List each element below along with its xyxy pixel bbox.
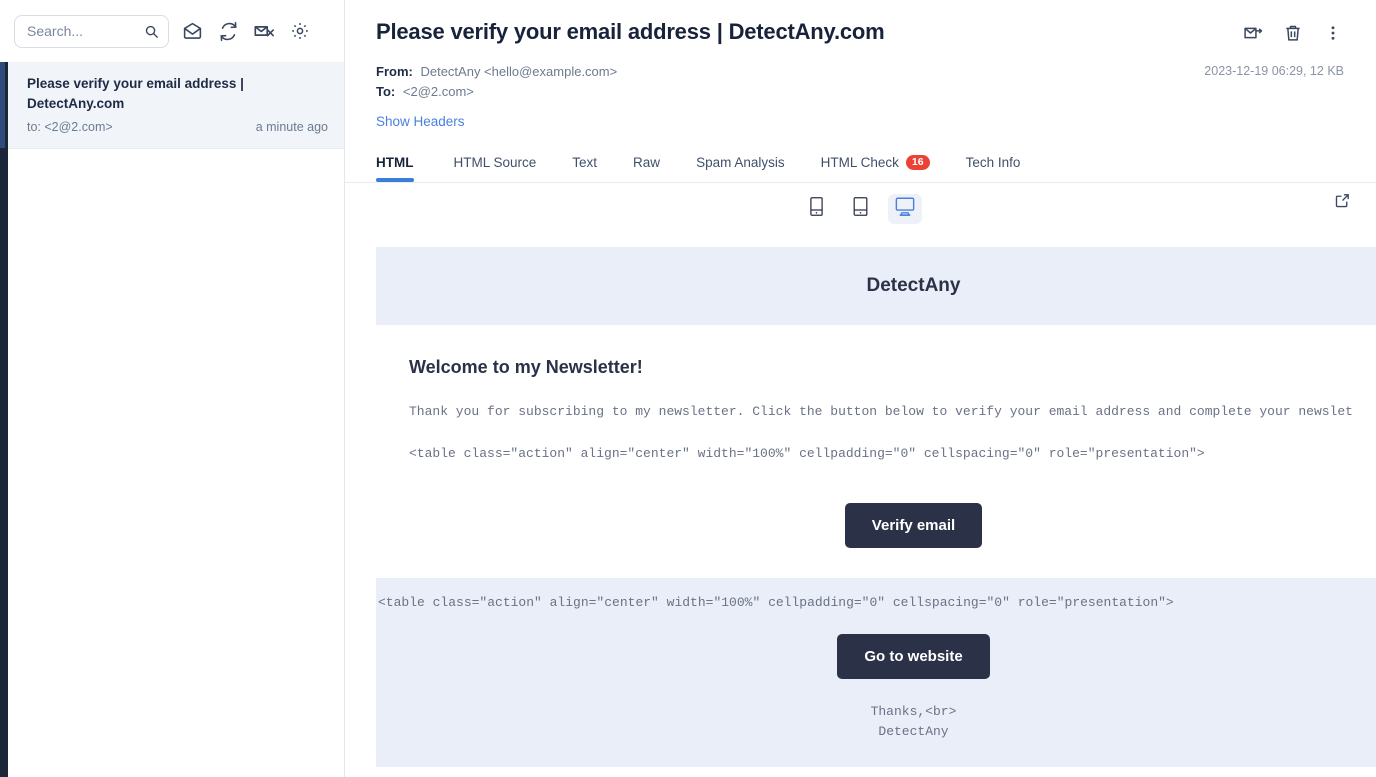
mail-list-item-recipient: to: <2@2.com> (27, 120, 113, 135)
mail-list-item[interactable]: Please verify your email address | Detec… (8, 62, 344, 150)
open-in-new-window-button[interactable] (1330, 191, 1354, 215)
selected-message-accent-bar (0, 62, 5, 148)
mail-list-item-subject: Please verify your email address | Detec… (27, 76, 244, 111)
mobile-view-button[interactable] (800, 194, 834, 224)
email-brand: DetectAny (866, 275, 961, 296)
email-signoff-line-2: DetectAny (878, 723, 949, 739)
to-line: To: <2@2.com> (376, 82, 617, 102)
more-options-icon[interactable] (1322, 22, 1344, 44)
tab-html-source[interactable]: HTML Source (436, 145, 555, 182)
from-value: DetectAny <hello@example.com> (420, 63, 618, 79)
tab-html[interactable]: HTML (376, 145, 436, 183)
mail-actions (1242, 16, 1344, 44)
mobile-view-icon (808, 196, 825, 222)
to-label: To: (376, 83, 396, 99)
show-headers-link[interactable]: Show Headers (376, 114, 465, 129)
address-block: From: DetectAny <hello@example.com> To: … (376, 62, 617, 102)
viewport-toolbar (345, 183, 1376, 235)
left-rail-top-spacer (0, 0, 8, 62)
tab-text[interactable]: Text (554, 145, 615, 182)
tab-spam-analysis-label: Spam Analysis (696, 155, 785, 171)
tab-raw[interactable]: Raw (615, 145, 678, 182)
email-heading: Welcome to my Newsletter! (409, 357, 643, 377)
tab-html-check-label: HTML Check (820, 155, 899, 171)
trash-icon[interactable] (1282, 22, 1304, 44)
email-banner: DetectAny (376, 247, 1376, 325)
email-lower-section: <table class="action" align="center" wid… (376, 578, 1376, 767)
sidebar: Please verify your email address | Detec… (8, 0, 345, 777)
to-value: <2@2.com> (402, 83, 474, 99)
mail-header: Please verify your email address | Detec… (345, 0, 1376, 131)
inbox-envelope-icon[interactable] (179, 18, 205, 44)
email-signoff: Thanks,<br> DetectAny (376, 679, 1376, 767)
tab-text-label: Text (572, 155, 598, 171)
email-body: Welcome to my Newsletter! Thank you for … (376, 325, 1376, 578)
from-label: From: (376, 63, 413, 79)
tab-spam-analysis[interactable]: Spam Analysis (678, 145, 803, 182)
page-title: Please verify your email address | Detec… (376, 19, 885, 44)
email-preview: DetectAny Welcome to my Newsletter! Than… (376, 247, 1376, 777)
search-input[interactable] (25, 22, 145, 40)
email-footer: © 2023 DetectAny. All rights reserved. (376, 767, 1376, 777)
verify-email-button[interactable]: Verify email (844, 503, 983, 548)
tab-html-check[interactable]: HTML Check 16 (803, 145, 948, 183)
search-box[interactable] (14, 14, 169, 48)
tab-raw-label: Raw (633, 155, 661, 171)
tab-html-label: HTML (376, 155, 414, 171)
tab-html-source-label: HTML Source (453, 155, 537, 171)
tablet-view-button[interactable] (844, 194, 878, 224)
tab-tech-info-label: Tech Info (965, 155, 1021, 171)
address-row: From: DetectAny <hello@example.com> To: … (376, 62, 1344, 102)
main-pane: Please verify your email address | Detec… (345, 0, 1376, 777)
app-root: Please verify your email address | Detec… (0, 0, 1376, 777)
forward-mail-icon[interactable] (1242, 22, 1264, 44)
from-line: From: DetectAny <hello@example.com> (376, 62, 617, 82)
desktop-view-button[interactable] (887, 194, 922, 225)
delete-all-mail-icon[interactable] (251, 18, 277, 44)
desktop-view-icon (894, 196, 916, 222)
sidebar-toolbar (8, 0, 344, 62)
website-button-wrap: Go to website (376, 610, 1376, 679)
tablet-view-icon (851, 196, 870, 222)
mail-list-item-time: a minute ago (255, 120, 328, 135)
external-link-icon (1334, 192, 1351, 214)
html-check-badge: 16 (905, 154, 930, 171)
mail-list: Please verify your email address | Detec… (8, 62, 344, 777)
email-code-line-1: <table class="action" align="center" wid… (409, 445, 1205, 461)
verify-button-wrap: Verify email (409, 463, 1376, 570)
email-signoff-line-1: Thanks,<br> (870, 704, 957, 719)
mail-list-item-meta: to: <2@2.com> a minute ago (27, 120, 328, 134)
email-code-line-2: <table class="action" align="center" wid… (378, 595, 1174, 610)
mail-timestamp-size: 2023-12-19 06:29, 12 KB (1204, 63, 1344, 78)
refresh-icon[interactable] (215, 18, 241, 44)
mail-title-row: Please verify your email address | Detec… (376, 16, 1344, 46)
email-paragraph: Thank you for subscribing to my newslett… (409, 404, 1353, 419)
search-icon (144, 24, 159, 44)
gear-icon[interactable] (287, 18, 313, 44)
tab-tech-info[interactable]: Tech Info (948, 145, 1039, 182)
go-to-website-button[interactable]: Go to website (837, 634, 990, 679)
tab-bar: HTML HTML Source Text Raw Spam Analysis … (345, 145, 1376, 184)
